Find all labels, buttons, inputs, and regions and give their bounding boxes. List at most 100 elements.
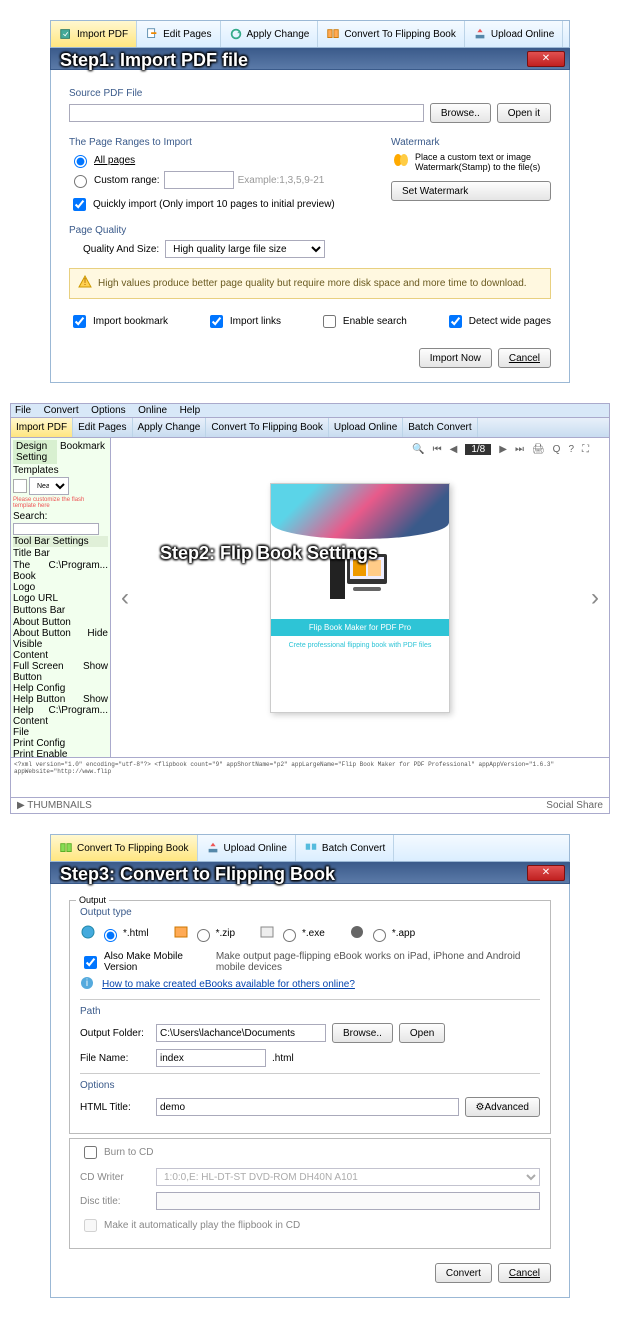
apply-change-button[interactable]: Apply Change: [221, 21, 319, 47]
nav-next[interactable]: ›: [591, 584, 599, 612]
last-icon[interactable]: ⏭: [515, 444, 524, 455]
book-title: Flip Book Maker for PDF Pro: [271, 619, 449, 636]
exe-radio[interactable]: [283, 929, 296, 942]
custom-range-radio[interactable]: [74, 175, 87, 188]
zip-icon: [173, 924, 189, 943]
import-now-button[interactable]: Import Now: [419, 348, 492, 368]
output-folder-input[interactable]: [156, 1024, 326, 1042]
import-pdf-button[interactable]: Import PDF: [51, 21, 137, 47]
upload-button[interactable]: Upload Online: [465, 21, 563, 47]
mobile-checkbox[interactable]: [84, 956, 97, 969]
template-thumb[interactable]: [13, 479, 27, 493]
first-icon[interactable]: ⏮: [433, 444, 442, 455]
import-links-checkbox[interactable]: [210, 315, 223, 328]
print-icon[interactable]: 🖨: [532, 444, 545, 455]
step2-label: Step2: Flip Book Settings: [160, 543, 378, 564]
browse-button[interactable]: Browse..: [332, 1023, 393, 1043]
book-icon: [59, 841, 73, 855]
open-button[interactable]: Open: [399, 1023, 445, 1043]
zoom-icon[interactable]: 🔍: [412, 444, 424, 455]
all-pages-label: All pages: [94, 155, 135, 166]
close-button[interactable]: ✕: [527, 51, 565, 67]
step3-label: Step3: Convert to Flipping Book: [60, 864, 335, 885]
convert-button[interactable]: Convert To Flipping Book: [318, 21, 465, 47]
tb-apply[interactable]: Apply Change: [133, 418, 207, 437]
menu-file[interactable]: File: [15, 405, 31, 416]
menu-options[interactable]: Options: [91, 405, 125, 416]
file-name-input[interactable]: [156, 1049, 266, 1067]
upload-icon: [206, 841, 220, 855]
step1-label: Step1: Import PDF file: [60, 50, 248, 71]
tb-batch[interactable]: Batch Convert: [403, 418, 477, 437]
sidebar: Design SettingBookmark Templates Neat Pl…: [11, 438, 111, 757]
browse-button[interactable]: Browse..: [430, 103, 491, 123]
edit-pages-button[interactable]: Edit Pages: [137, 21, 220, 47]
quality-select[interactable]: High quality large file size: [165, 240, 325, 258]
ranges-label: The Page Ranges to Import: [69, 137, 371, 148]
burn-checkbox[interactable]: [84, 1146, 97, 1159]
advanced-button[interactable]: ⚙ Advanced: [465, 1097, 540, 1117]
html-icon: [80, 924, 96, 943]
cancel-button[interactable]: Cancel: [498, 1263, 551, 1283]
detect-wide-checkbox[interactable]: [449, 315, 462, 328]
open-it-button[interactable]: Open it: [497, 103, 551, 123]
disc-title-input: [156, 1192, 540, 1210]
next-icon[interactable]: ▶: [499, 444, 507, 455]
quickly-import-checkbox[interactable]: [73, 198, 86, 211]
upload-icon: [473, 27, 487, 41]
import-bookmark-checkbox[interactable]: [73, 315, 86, 328]
close-icon: ✕: [542, 53, 550, 64]
output-type-label: Output type: [80, 907, 540, 918]
apply-icon: [229, 27, 243, 41]
fullscreen-icon[interactable]: ⛶: [582, 444, 589, 455]
html-radio[interactable]: [104, 929, 117, 942]
custom-range-input[interactable]: [164, 171, 234, 189]
sidebar-search[interactable]: [13, 523, 99, 535]
batch-tab[interactable]: Batch Convert: [296, 835, 394, 861]
tb-convert[interactable]: Convert To Flipping Book: [206, 418, 329, 437]
close-button[interactable]: ✕: [527, 865, 565, 881]
menu-convert[interactable]: Convert: [44, 405, 79, 416]
page-indicator: 1/8: [465, 444, 491, 455]
watermark-icon: [391, 152, 411, 175]
book-subtitle: Crete professional flipping book with PD…: [271, 636, 449, 655]
app-radio[interactable]: [373, 929, 386, 942]
book-icon: [326, 27, 340, 41]
menubar: File Convert Options Online Help: [10, 403, 610, 418]
source-label: Source PDF File: [69, 88, 551, 99]
svg-text:i: i: [86, 978, 88, 989]
cancel-button[interactable]: Cancel: [498, 348, 551, 368]
info-link[interactable]: How to make created eBooks available for…: [102, 979, 355, 990]
close-icon: ✕: [542, 867, 550, 878]
tab-design[interactable]: Design Setting: [13, 440, 57, 464]
tb-edit[interactable]: Edit Pages: [73, 418, 132, 437]
template-select[interactable]: Neat: [29, 477, 69, 495]
all-pages-radio[interactable]: [74, 155, 87, 168]
nav-prev[interactable]: ‹: [121, 584, 129, 612]
thumbnails-toggle[interactable]: ▶ THUMBNAILS: [17, 800, 92, 811]
enable-search-checkbox[interactable]: [323, 315, 336, 328]
social-share[interactable]: Social Share: [546, 800, 603, 811]
svg-text:!: !: [84, 277, 87, 288]
book-preview: Flip Book Maker for PDF Pro Crete profes…: [270, 483, 450, 713]
xml-snippet: <?xml version="1.0" encoding="utf-8"?> <…: [10, 758, 610, 798]
zip-radio[interactable]: [197, 929, 210, 942]
batch-icon: [304, 841, 318, 855]
prev-icon[interactable]: ◀: [450, 444, 458, 455]
help-icon[interactable]: ?: [568, 444, 574, 455]
preview-area: 🔍 ⏮ ◀ 1/8 ▶ ⏭ 🖨 Q ? ⛶ ‹ › Flip Book Make…: [111, 438, 609, 757]
quality-label: Page Quality: [69, 225, 551, 236]
convert-button[interactable]: Convert: [435, 1263, 492, 1283]
tb-upload[interactable]: Upload Online: [329, 418, 403, 437]
menu-help[interactable]: Help: [180, 405, 201, 416]
convert-tab[interactable]: Convert To Flipping Book: [51, 835, 198, 861]
tb-import[interactable]: Import PDF: [11, 418, 73, 437]
import-icon: [59, 27, 73, 41]
tab-bookmark[interactable]: Bookmark: [57, 440, 108, 464]
html-title-input[interactable]: [156, 1098, 459, 1116]
set-watermark-button[interactable]: Set Watermark: [391, 181, 551, 201]
upload-tab[interactable]: Upload Online: [198, 835, 296, 861]
source-file-input[interactable]: [69, 104, 424, 122]
menu-online[interactable]: Online: [138, 405, 167, 416]
search-icon[interactable]: Q: [553, 444, 561, 455]
